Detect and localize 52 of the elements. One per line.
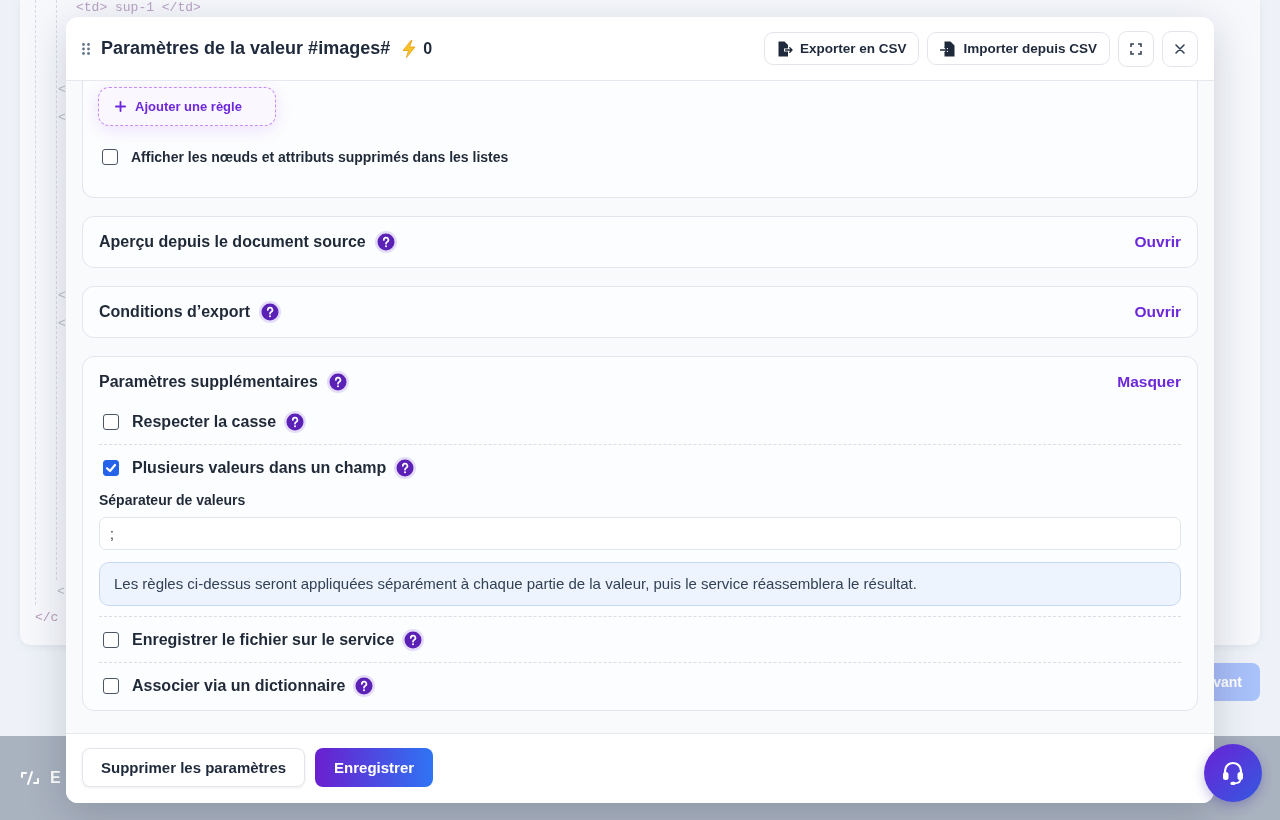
field-label: Séparateur de valeurs: [99, 491, 246, 510]
checkbox[interactable]: [103, 632, 119, 648]
delete-settings-button[interactable]: Supprimer les paramètres: [82, 748, 306, 787]
checkbox[interactable]: [102, 149, 118, 165]
file-export-icon: [776, 40, 793, 57]
checkbox[interactable]: [103, 414, 119, 430]
section-title: Paramètres supplémentaires: [99, 373, 318, 391]
import-csv-button[interactable]: Importer depuis CSV: [927, 32, 1110, 65]
help-icon[interactable]: [326, 371, 349, 393]
separator-input[interactable]: ;: [99, 517, 1181, 550]
fullscreen-button[interactable]: [1118, 30, 1154, 67]
save-button[interactable]: Enregistrer: [315, 748, 434, 787]
code-text: <: [58, 288, 66, 303]
code-text: </c: [35, 610, 59, 625]
close-icon: [1175, 43, 1185, 54]
help-icon[interactable]: [374, 231, 397, 253]
help-icon[interactable]: [394, 457, 417, 479]
plus-icon: [115, 101, 126, 112]
drag-handle-icon[interactable]: [82, 42, 90, 55]
toggle-link[interactable]: Masquer: [1117, 373, 1181, 391]
checkbox[interactable]: [103, 678, 119, 694]
help-icon[interactable]: [259, 301, 282, 323]
close-button[interactable]: [1162, 30, 1198, 67]
export-csv-button[interactable]: Exporter en CSV: [763, 32, 920, 65]
code-text: <td> sup-1 </td>: [76, 0, 201, 15]
expand-icon: [1130, 42, 1142, 55]
help-icon[interactable]: [353, 675, 376, 697]
section-title: Aperçu depuis le document source: [99, 233, 366, 251]
code-text: <: [58, 316, 66, 331]
checkbox-label: Afficher les nœuds et attributs supprimés dans les listes: [131, 148, 509, 167]
lightning-icon: [402, 39, 417, 58]
check-icon: [105, 462, 117, 474]
code-text: <: [57, 584, 65, 599]
headset-icon: [1221, 760, 1245, 786]
counter-value: 0: [423, 39, 433, 58]
code-icon: [20, 770, 40, 786]
section-title: Conditions d’export: [99, 303, 251, 321]
info-note: Les règles ci-dessus seront appliquées séparément à chaque partie de la valeur, puis le service réassemblera le résultat.: [99, 562, 1181, 606]
code-text: <: [58, 82, 66, 97]
help-icon[interactable]: [402, 629, 425, 651]
toggle-link[interactable]: Ouvrir: [1134, 233, 1181, 251]
checkbox[interactable]: [103, 460, 119, 476]
help-icon[interactable]: [284, 411, 307, 433]
checkbox-label: Respecter la casse: [132, 412, 277, 432]
file-import-icon: [940, 40, 957, 57]
add-rule-button[interactable]: Ajouter une règle: [98, 87, 276, 126]
code-text: <: [58, 110, 66, 125]
dialog-title: Paramètres de la valeur #images#: [101, 38, 391, 59]
toggle-link[interactable]: Ouvrir: [1134, 303, 1181, 321]
checkbox-label: Enregistrer le fichier sur le service: [132, 630, 395, 650]
checkbox-label: Associer via un dictionnaire: [132, 676, 346, 696]
checkbox-label: Plusieurs valeurs dans un champ: [132, 458, 387, 478]
